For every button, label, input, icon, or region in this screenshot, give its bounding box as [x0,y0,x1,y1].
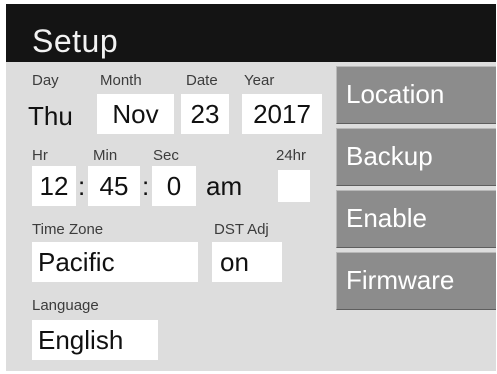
backup-button[interactable]: Backup [336,128,496,186]
date-field[interactable]: 23 [181,94,229,134]
second-field[interactable]: 0 [152,166,196,206]
year-field[interactable]: 2017 [242,94,322,134]
hour-field[interactable]: 12 [32,166,76,206]
day-label: Day [32,72,59,89]
day-value: Thu [28,101,73,131]
location-button[interactable]: Location [336,66,496,124]
dst-label: DST Adj [214,221,269,238]
dst-field[interactable]: on [212,242,282,282]
setup-screen: Setup Day Month Date Year Thu Nov 23 201… [6,4,496,371]
hour-label: Hr [32,147,48,164]
minute-field[interactable]: 45 [88,166,140,206]
firmware-button[interactable]: Firmware [336,252,496,310]
ampm-value[interactable]: am [206,170,242,202]
second-label: Sec [153,147,179,164]
minute-label: Min [93,147,118,164]
language-field[interactable]: English [32,320,158,360]
year-label: Year [244,72,275,89]
month-field[interactable]: Nov [97,94,174,134]
title-bar: Setup [6,4,496,62]
timezone-field[interactable]: Pacific [32,242,198,282]
timezone-label: Time Zone [32,221,104,238]
24hr-checkbox[interactable] [278,170,310,202]
month-label: Month [100,72,142,89]
language-label: Language [32,297,99,314]
page-title: Setup [32,23,119,59]
time-separator: : [78,171,86,201]
date-label: Date [186,72,218,89]
24hr-label: 24hr [276,147,307,164]
enable-button[interactable]: Enable [336,190,496,248]
time-separator: : [142,171,150,201]
